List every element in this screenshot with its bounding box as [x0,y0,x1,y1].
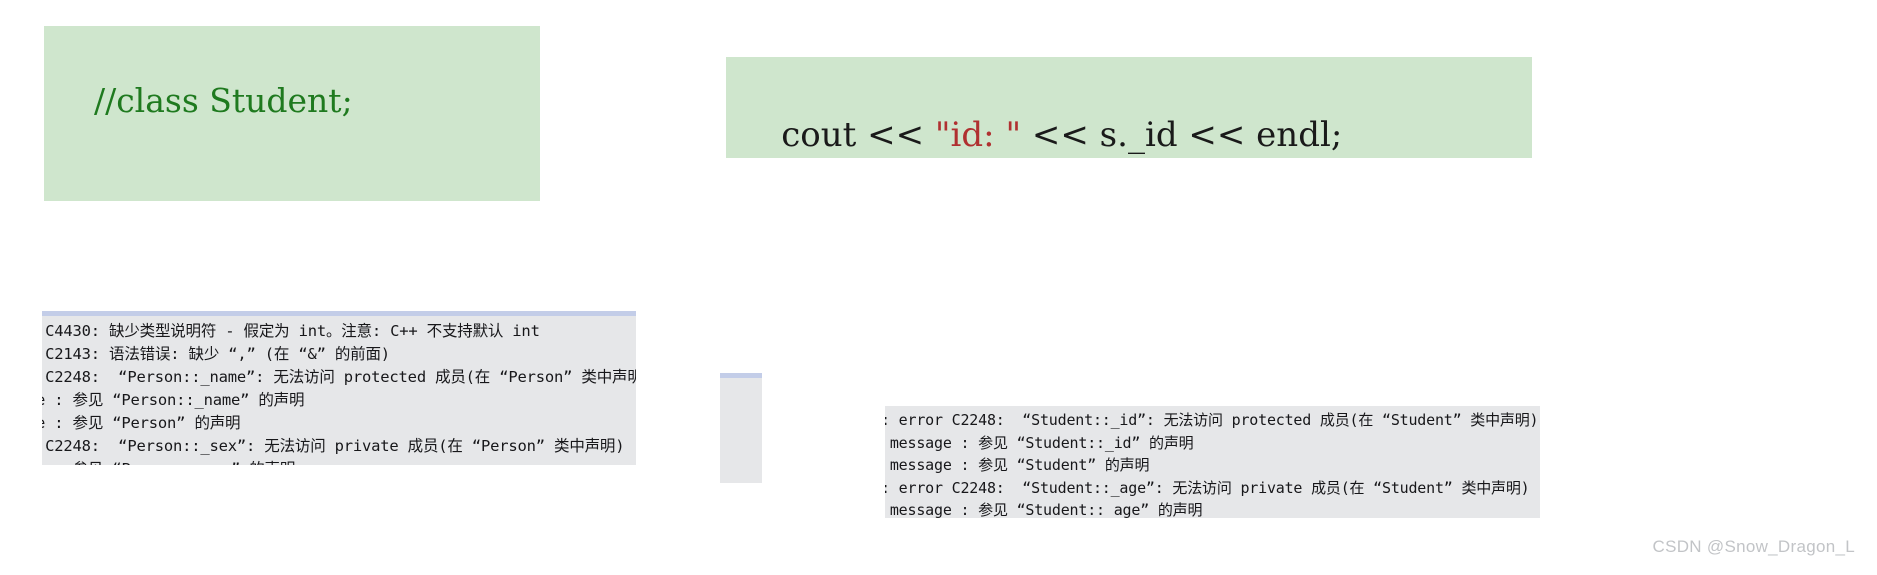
code-snippet-cout-statements: cout << "id: " << s._id << endl; cout <<… [726,57,1532,158]
error-line: message : 参见 “Student::_id” 的声明 [885,433,1194,452]
code-line: cout << "id: " << s._id << endl; [734,65,1532,158]
error-line: e : 参见 “Person::_name” 的声明 [42,391,305,409]
error-line: : error C2248: “Student::_id”: 无法访问 prot… [885,411,1539,429]
error-line: C4430: 缺少类型说明符 - 假定为 int。注意: C++ 不支持默认 i… [42,322,540,340]
error-line: : error C2248: “Student::_age”: 无法访问 pri… [885,478,1530,497]
error-line: C2143: 语法错误: 缺少 “,” (在 “&” 的前面) [42,345,390,363]
compiler-error-output-student: : error C2248: “Student::_id”: 无法访问 prot… [885,406,1540,518]
panel-edge-fragment [720,373,762,483]
error-line: e : 参见 “Person::_sex” 的声明 [42,458,636,465]
code-token-plain: cout << [781,115,935,155]
code-token-string: "id: " [934,115,1022,155]
code-token-plain: << endl; [1177,115,1343,155]
code-snippet-person-class: //class Student; class Person { public: [44,26,540,201]
compiler-error-output-person: C4430: 缺少类型说明符 - 假定为 int。注意: C++ 不支持默认 i… [42,311,636,465]
panel-accent-bar [720,373,762,378]
error-line: message : 参见 “Student” 的声明 [885,456,1150,474]
code-line: class Person [48,165,540,201]
code-token-comment: //class Student; [93,81,353,120]
code-line: //class Student; [48,36,540,165]
code-token-plain: << s. [1021,115,1128,155]
error-line-list: : error C2248: “Student::_id”: 无法访问 prot… [885,406,1540,518]
watermark-text: CSDN @Snow_Dragon_L [1652,537,1855,556]
error-line: message : 参见 “Student:: age” 的声明 [885,501,1203,518]
error-line: e : 参见 “Person” 的声明 [42,414,241,432]
error-line: C2248: “Person::_sex”: 无法访问 private 成员(在… [42,437,625,455]
code-token-error-underlined: _id [1128,112,1178,158]
error-line: C2248: “Person::_name”: 无法访问 protected 成… [42,368,636,386]
error-line-list: C4430: 缺少类型说明符 - 假定为 int。注意: C++ 不支持默认 i… [42,316,636,465]
